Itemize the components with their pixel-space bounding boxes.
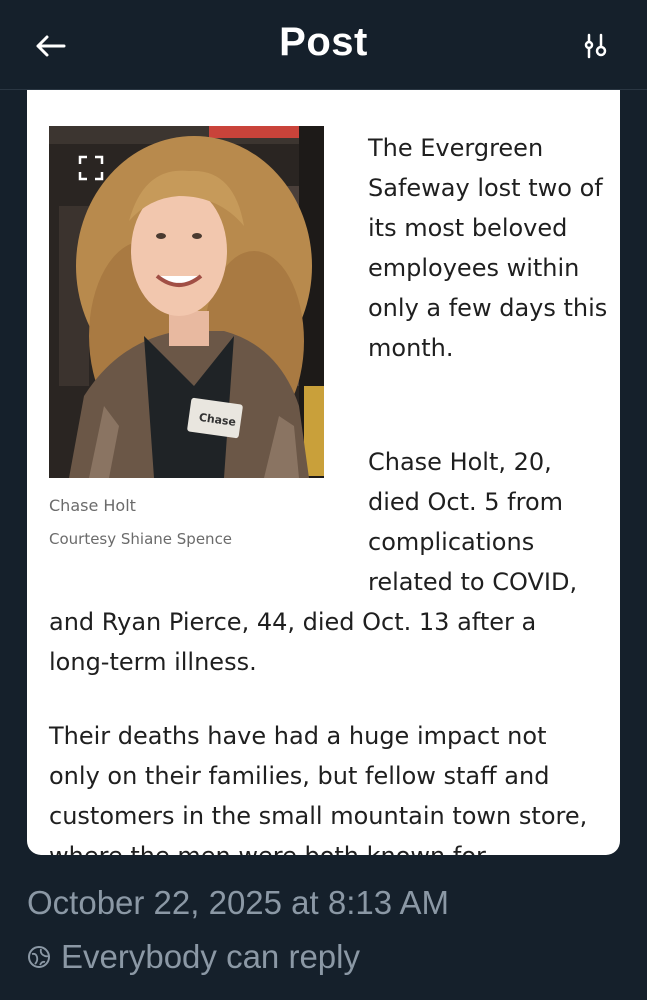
article-paragraph-2-full: and Ryan Pierce, 44, died Oct. 13 after … (49, 608, 537, 676)
article-screenshot-card[interactable]: Chase Chase Holt Courtesy Shiane Spence … (27, 90, 620, 855)
photo-caption-name: Chase Holt (49, 496, 136, 515)
globe-icon (28, 946, 50, 968)
article-paragraph-1: The Evergreen Safeway lost two of its mo… (368, 134, 608, 362)
article-photo[interactable]: Chase (49, 126, 324, 478)
sliders-icon (584, 33, 607, 59)
expand-icon[interactable] (77, 154, 105, 182)
page-title: Post (279, 20, 368, 64)
article-paragraph-2-side: Chase Holt, 20, died Oct. 5 from complic… (368, 448, 578, 596)
reply-setting-label: Everybody can reply (61, 938, 360, 975)
filter-button[interactable] (573, 26, 617, 66)
article-paragraph-3: Their deaths have had a huge impact not … (49, 722, 588, 855)
reply-setting: Everybody can reply (27, 938, 360, 976)
post-timestamp[interactable]: October 22, 2025 at 8:13 AM (27, 884, 449, 922)
top-bar: Post (0, 0, 647, 90)
photo-caption-credit: Courtesy Shiane Spence (49, 530, 233, 548)
